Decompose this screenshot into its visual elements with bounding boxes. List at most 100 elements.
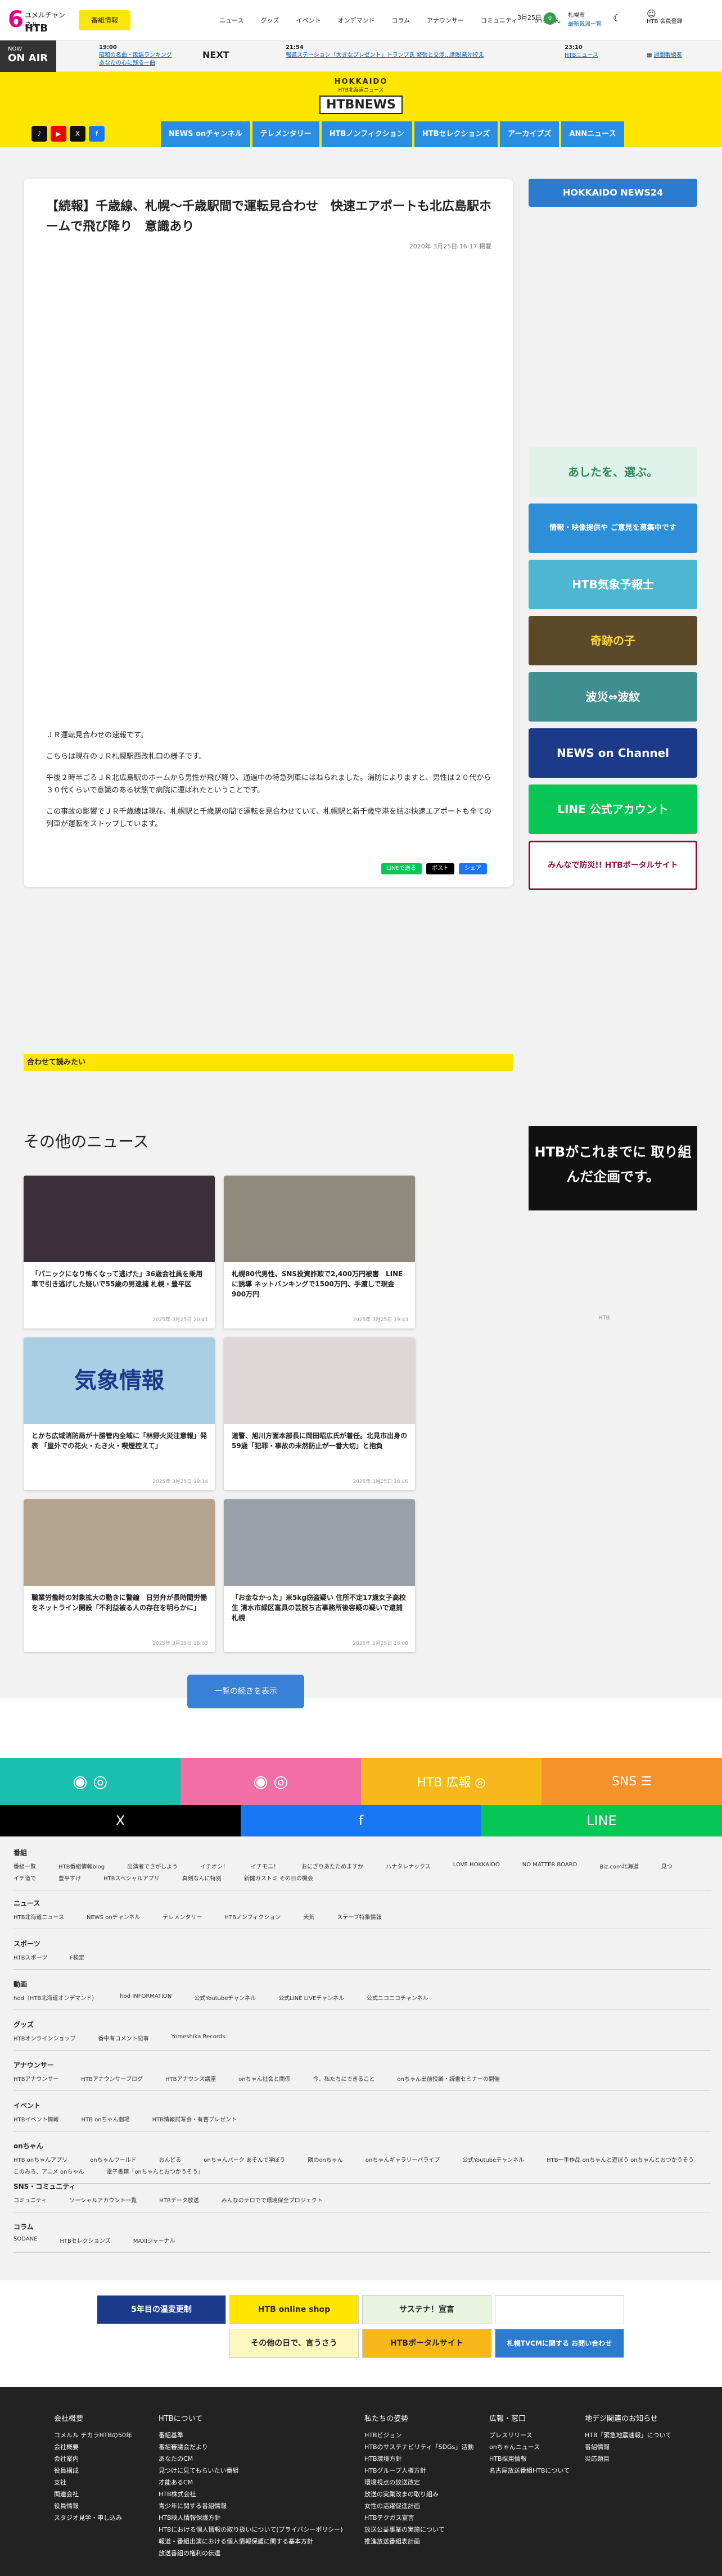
footer-link[interactable]: あなたのCM [159, 2453, 350, 2465]
ashita-banner[interactable]: あしたを、選ぶ。 [529, 447, 697, 497]
sitemap-link[interactable]: Yomeshika Records [172, 2034, 225, 2042]
share-facebook-button[interactable]: シェア [459, 863, 487, 874]
news-card[interactable]: 「パニックになり怖くなって逃げた」36歳会社員を乗用車で引き逃げした疑いで55歳… [24, 1176, 215, 1328]
current-title[interactable]: 昭和の名曲・歌謡ランキング [99, 52, 172, 60]
sitemap-heading[interactable]: 動画 [13, 1979, 711, 1989]
footer-link[interactable]: コメルル チカラHTBの50年 [54, 2429, 166, 2441]
youtube-icon[interactable]: ▶ [51, 126, 66, 142]
sitemap-link[interactable]: 真剣なんに特別 [182, 1874, 222, 1882]
sitemap-link[interactable]: 公式ニコニコチャンネル [367, 1993, 428, 2002]
sitemap-link[interactable]: hod（HTB北海道オンデマンド） [13, 1993, 97, 2002]
news-card[interactable]: 札幌80代男性、SNS投資詐欺で2,400万円被害 LINEに誘導 ネットバンキ… [224, 1176, 415, 1328]
footer-link[interactable]: スタジオ見学・申し込み [54, 2512, 166, 2524]
news-card[interactable]: 職業労働時の対象拡大の動きに警鐘 日労弁が長時間労働をネットライン開設「不利益被… [24, 1499, 215, 1652]
color-block-teal[interactable]: ◉ ◎ [0, 1758, 180, 1805]
shinsai-banner[interactable]: 波災⇔波紋 [529, 672, 697, 722]
sitemap-link[interactable]: 新健ガストミ その日の機会 [244, 1874, 313, 1882]
sitemap-heading[interactable]: 番組 [13, 1848, 711, 1857]
sitemap-link[interactable]: HTBアナウンサーブログ [81, 2074, 143, 2083]
footer-link[interactable]: 災応題目 [585, 2453, 697, 2465]
bousai-banner[interactable]: みんなで防災!! HTBポータルサイト [529, 841, 697, 890]
menu-telementary[interactable]: テレメンタリー [252, 121, 319, 147]
next2-title[interactable]: HTBニュース [565, 52, 598, 60]
color-block-orange[interactable]: SNS ☰ [542, 1758, 722, 1805]
footer-link[interactable]: 放送の実業改まの取り組み [364, 2488, 477, 2500]
top-nav-event[interactable]: イベント [296, 16, 321, 25]
htb-logo[interactable]: 6 ユメルチャンネル HTB [8, 7, 70, 35]
sitemap-heading[interactable]: グッズ [13, 2020, 711, 2029]
sitemap-link[interactable]: hod INFORMATION [120, 1993, 172, 2002]
sitemap-link[interactable]: HTB onちゃんアプリ [13, 2155, 67, 2164]
news-card[interactable]: 「お金なかった」米5kg窃盗疑い 住所不定17歳女子高校生 清水市緑区富具の芸脱… [224, 1499, 415, 1652]
sitemap-link[interactable]: HTBアナウンサー [13, 2074, 58, 2083]
sitemap-link[interactable]: HTBアナウンス講座 [165, 2074, 216, 2083]
footer-link[interactable]: 役員情報 [54, 2500, 166, 2512]
footer-link[interactable]: 番組基準 [159, 2429, 350, 2441]
color-block-pink[interactable]: ◉ ◎ [180, 1758, 361, 1805]
footer-link[interactable]: 会社概要 [54, 2441, 166, 2453]
sitemap-link[interactable]: HTBスペシャルアプリ [103, 1874, 160, 1882]
next1-title[interactable]: 報道ステーション「大きなプレゼント」トランプ氏 緊張と交渉…関税発効控え [286, 52, 527, 60]
current-program[interactable]: 19:00 昭和の名曲・歌謡ランキング あなたの心に残る一曲 [99, 44, 172, 67]
footer-link[interactable]: 推進放送番組表計画 [364, 2536, 477, 2547]
share-facebook-bar[interactable]: f [241, 1805, 481, 1836]
sitemap-link[interactable]: HTB onちゃん劇場 [82, 2115, 130, 2123]
line-banner[interactable]: LINE 公式アカウント [529, 784, 697, 834]
footer-link[interactable]: 報道・番組出演における個人情報保護に関する基本方針 [159, 2536, 350, 2547]
top-nav-community[interactable]: コミュニティ [481, 16, 517, 25]
info-banner[interactable]: 情報・映像提供や ご意見を募集中です [529, 504, 697, 553]
sitemap-link[interactable]: HTBデータ放送 [159, 2196, 199, 2204]
sitemap-link[interactable]: 電子書籍「onちゃんとおつかうそう」 [106, 2167, 203, 2175]
sitemap-link[interactable]: 番中有コメント記事 [98, 2034, 149, 2042]
weather-widget[interactable]: 3月25日 0 [517, 12, 556, 25]
top-nav-ondemand[interactable]: オンデマンド [337, 16, 374, 25]
sitemap-link[interactable]: NO MATTER BOARD [522, 1862, 577, 1870]
footer-link[interactable]: 放送公益事業の実施について [364, 2524, 477, 2536]
footer-link[interactable]: HTBビジョン [364, 2429, 477, 2441]
footer-link[interactable]: 支社 [54, 2477, 166, 2488]
sitemap-heading[interactable]: onちゃん [13, 2141, 711, 2151]
next-program-1[interactable]: 21:54 報道ステーション「大きなプレゼント」トランプ氏 緊張と交渉…関税発効… [286, 44, 527, 60]
account-register[interactable]: 会員登録 [660, 19, 683, 25]
sitemap-link[interactable]: 天気 [303, 1912, 314, 1921]
sitemap-link[interactable]: イチ道で [13, 1874, 36, 1882]
sitemap-link[interactable]: イチオシ！ [200, 1862, 228, 1870]
schedule-link[interactable]: ▦ 週間番組表 [647, 52, 682, 60]
bottom-banner-cm[interactable]: 5年目の温変更制 [97, 2295, 226, 2324]
sitemap-link[interactable]: NEWS onチャンネル [87, 1912, 140, 1921]
footer-link[interactable]: HTBにおける個人情報の取り扱いについて(プライバシーポリシー) [159, 2524, 350, 2536]
top-nav-news[interactable]: ニュース [219, 16, 243, 25]
current-sub[interactable]: あなたの心に残る一曲 [99, 60, 172, 67]
location-temp-link[interactable]: 最新気温一覧 [568, 20, 602, 29]
footer-heading[interactable]: 会社概要 [54, 2413, 166, 2425]
account-area[interactable]: ☺ HTB 会員登録 [647, 10, 683, 26]
sitemap-link[interactable]: おんどる [159, 2155, 182, 2164]
footer-link[interactable]: 関連会社 [54, 2488, 166, 2500]
more-news-button[interactable]: 一覧の続きを表示 [187, 1675, 304, 1708]
share-x-button[interactable]: ポスト [426, 863, 454, 874]
share-x-bar[interactable]: X [0, 1805, 241, 1836]
sitemap-link[interactable]: HTBオンラインショップ [13, 2034, 76, 2042]
sitemap-link[interactable]: LOVE HOKKAIDO [453, 1862, 500, 1870]
sitemap-link[interactable]: 出演者でさがしよう [127, 1862, 178, 1870]
sitemap-link[interactable]: 隣のonちゃん [308, 2155, 342, 2164]
footer-link[interactable]: 番組情報 [585, 2441, 697, 2453]
sitemap-link[interactable]: HTBノンフィクション [224, 1912, 281, 1921]
sitemap-link[interactable]: Biz.com北海道 [599, 1862, 638, 1870]
bottom-banner-shop[interactable]: HTB online shop [229, 2295, 359, 2324]
kisho-banner[interactable]: HTB気象予報士 [529, 560, 697, 609]
htb-projects-ad[interactable]: HTBがこれまでに 取り組んだ企画です。 [529, 1126, 697, 1210]
sitemap-link[interactable]: SODANE [13, 2236, 37, 2244]
top-nav-column[interactable]: コラム [391, 16, 410, 25]
sitemap-link[interactable]: イチモニ！ [251, 1862, 279, 1870]
sitemap-link[interactable]: コミュニティ [13, 2196, 47, 2204]
location-widget[interactable]: 札幌市 最新気温一覧 [568, 11, 602, 29]
sitemap-link[interactable]: 公式Youtubeチャンネル [462, 2155, 524, 2164]
moon-icon[interactable]: ☾ [613, 12, 622, 24]
sitemap-link[interactable]: onちゃん出前授業・読書セミナーの開催 [397, 2074, 499, 2083]
news-card[interactable]: 気象情報 とかち広域消防局が十勝管内全域に「林野火災注意報」発表 「屋外での花火… [24, 1337, 215, 1490]
sitemap-heading[interactable]: イベント [13, 2101, 711, 2110]
sitemap-link[interactable]: onちゃん社会と関係 [238, 2074, 290, 2083]
facebook-icon[interactable]: f [89, 126, 105, 142]
sitemap-link[interactable]: HTB北海道ニュース [13, 1912, 64, 1921]
